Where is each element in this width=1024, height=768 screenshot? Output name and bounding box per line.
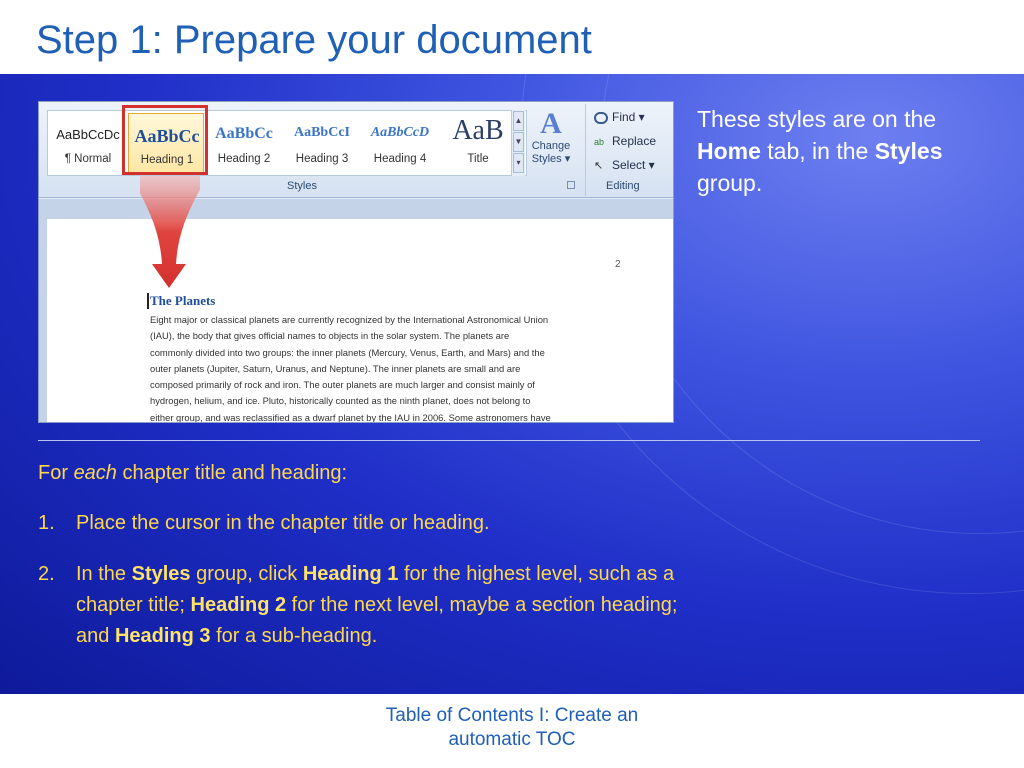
style-sample: AaBbCcDc xyxy=(56,127,120,142)
document-area: 2 The Planets Eight major or classical p… xyxy=(39,199,673,423)
scroll-down-icon[interactable]: ▼ xyxy=(513,132,524,152)
step-bold: Styles xyxy=(131,563,191,585)
change-styles-label-2: Styles ▾ xyxy=(531,153,571,165)
style-sample: AaB xyxy=(452,115,504,146)
style-heading-2[interactable]: AaBbCc Heading 2 xyxy=(206,113,282,173)
callout-part: tab, in the xyxy=(760,138,875,164)
step-bold: Heading 2 xyxy=(190,594,287,616)
step-text: Place the cursor in the chapter title or… xyxy=(76,512,490,534)
title-bar: Step 1: Prepare your document xyxy=(0,0,1024,74)
select-label: Select ▾ xyxy=(612,158,655,172)
binoculars-icon xyxy=(594,111,608,124)
style-name: Heading 3 xyxy=(295,153,349,165)
footer-title: Table of Contents I: Create an automatic… xyxy=(340,704,684,752)
body-line: hydrogen, helium, and ice. Pluto, histor… xyxy=(150,395,531,407)
style-sample: AaBbCcD xyxy=(370,125,430,140)
instructions-intro: For each chapter title and heading: xyxy=(38,459,347,487)
body-line: composed primarily of rock and iron. The… xyxy=(150,379,535,391)
callout-part: These styles are on the xyxy=(697,106,937,132)
style-name: Title xyxy=(467,153,489,165)
style-name: ¶ Normal xyxy=(64,153,112,165)
callout-home: Home xyxy=(697,138,761,164)
style-name: Heading 2 xyxy=(217,153,271,165)
editing-group-label: Editing xyxy=(606,180,640,192)
footer-line: automatic TOC xyxy=(448,729,576,750)
body-line: (IAU), the body that gives official name… xyxy=(150,330,510,342)
styles-group-label: Styles xyxy=(287,180,317,192)
callout-styles: Styles xyxy=(874,138,943,164)
callout-text: These styles are on the Home tab, in the… xyxy=(697,103,997,199)
style-sample: AaBbCcI xyxy=(293,125,350,140)
step-bold: Heading 3 xyxy=(114,625,211,647)
page-number: 2 xyxy=(615,259,621,270)
step-text: In the Styles group, click Heading 1 for… xyxy=(76,559,716,652)
dialog-launcher-icon[interactable] xyxy=(567,181,575,189)
red-arrow-icon xyxy=(140,176,200,288)
style-heading-4[interactable]: AaBbCcD Heading 4 xyxy=(362,113,438,173)
body-line: commonly divided into two groups: the in… xyxy=(150,346,545,358)
style-heading-3[interactable]: AaBbCcI Heading 3 xyxy=(284,113,360,173)
callout-part: group. xyxy=(697,170,763,196)
scroll-up-icon[interactable]: ▲ xyxy=(513,111,524,131)
editing-group: Find ▾ ab Replace ↖ Select ▾ Editing xyxy=(585,104,671,196)
text-cursor xyxy=(147,293,149,309)
style-sample: AaBbCc xyxy=(215,125,273,142)
step-part: for a sub-heading. xyxy=(210,625,378,647)
step-number: 1. xyxy=(38,512,55,534)
body-line: Eight major or classical planets are cur… xyxy=(150,314,549,325)
footer: Table of Contents I: Create an automatic… xyxy=(0,694,1024,768)
intro-part: chapter title and heading: xyxy=(116,462,348,484)
cursor-arrow-icon: ↖ xyxy=(594,159,604,172)
style-normal[interactable]: AaBbCcDc ¶ Normal xyxy=(50,113,126,173)
quick-styles-gallery: AaBbCcDc ¶ Normal AaBbCc Heading 1 AaBbC… xyxy=(47,110,527,176)
document-body: Eight major or classical planets are cur… xyxy=(150,312,610,423)
intro-part: For xyxy=(38,462,74,484)
style-name: Heading 4 xyxy=(373,153,427,165)
select-button[interactable]: ↖ Select ▾ xyxy=(594,158,655,172)
replace-label: Replace xyxy=(612,134,657,148)
heading-1-highlight xyxy=(122,105,208,175)
replace-icon: ab xyxy=(594,136,605,147)
find-label: Find ▾ xyxy=(612,110,645,124)
style-title[interactable]: AaB Title xyxy=(440,113,516,173)
intro-each: each xyxy=(73,462,117,484)
find-button[interactable]: Find ▾ xyxy=(594,110,645,124)
change-styles-label-1: Change xyxy=(531,140,571,152)
step-number: 2. xyxy=(38,563,55,585)
footer-line: Table of Contents I: Create an xyxy=(385,705,639,726)
step-bold: Heading 1 xyxy=(302,563,399,585)
document-heading: The Planets xyxy=(150,293,216,308)
change-styles-button[interactable]: A Change Styles ▾ xyxy=(531,108,571,178)
slide-title: Step 1: Prepare your document xyxy=(36,18,592,62)
step-part: In the xyxy=(76,563,132,585)
gallery-more-icon[interactable]: ▾ xyxy=(513,153,524,173)
body-line: either group, and was reclassified as a … xyxy=(150,411,551,423)
step-part: group, click xyxy=(190,563,303,585)
replace-button[interactable]: ab Replace xyxy=(594,134,656,148)
divider xyxy=(38,440,980,441)
gallery-scrollbar[interactable]: ▲ ▼ ▾ xyxy=(511,110,525,176)
change-styles-icon: A xyxy=(540,107,562,140)
body-line: outer planets (Jupiter, Saturn, Uranus, … xyxy=(150,362,521,374)
